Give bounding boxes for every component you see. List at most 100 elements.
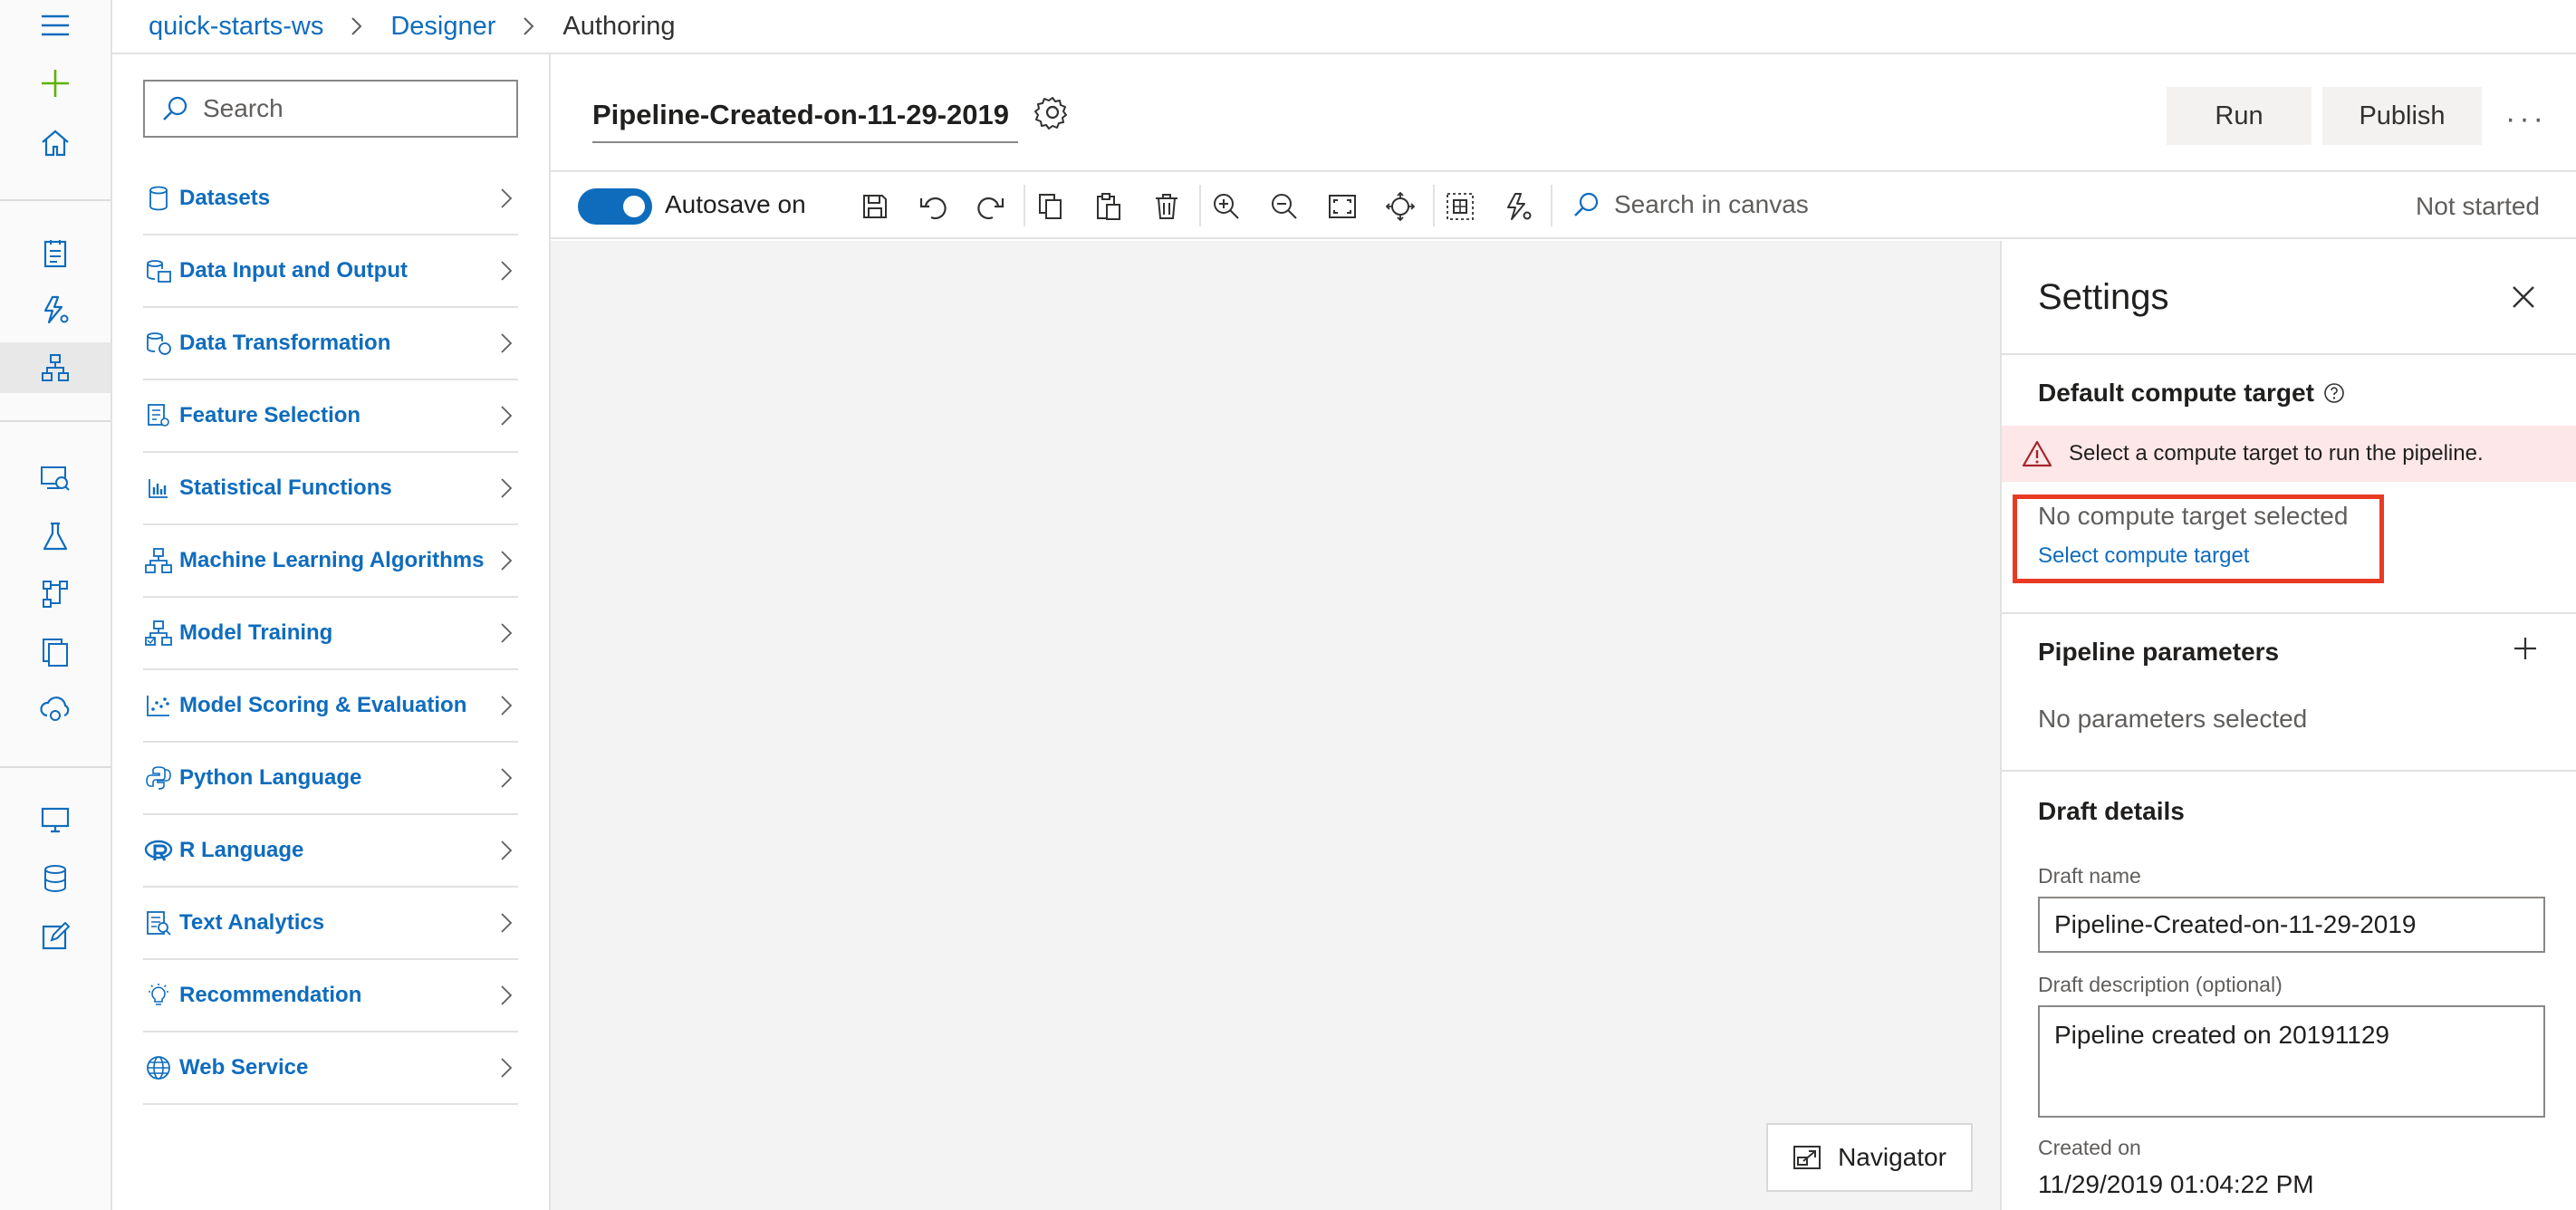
module-category-list: Datasets Data Input and Output Data Tran… bbox=[143, 163, 518, 1105]
category-data-transformation[interactable]: Data Transformation bbox=[143, 308, 518, 380]
category-python-language[interactable]: Python Language bbox=[143, 743, 518, 815]
compute-icon[interactable] bbox=[0, 795, 111, 846]
draft-details-heading: Draft details bbox=[2038, 797, 2185, 825]
pipeline-header: Pipeline-Created-on-11-29-2019 Run Publi… bbox=[551, 54, 2576, 172]
publish-button[interactable]: Publish bbox=[2322, 87, 2482, 145]
section-divider bbox=[2002, 770, 2576, 772]
category-label: Data Input and Output bbox=[179, 258, 408, 283]
datasets-icon[interactable] bbox=[0, 453, 111, 504]
category-machine-learning-algorithms[interactable]: Machine Learning Algorithms bbox=[143, 525, 518, 598]
chevron-right-icon bbox=[500, 260, 513, 282]
home-icon[interactable] bbox=[0, 118, 111, 168]
save-icon[interactable] bbox=[859, 190, 891, 223]
toolbar-divider bbox=[1433, 185, 1435, 226]
pan-icon[interactable] bbox=[1384, 190, 1417, 223]
category-text-analytics[interactable]: Text Analytics bbox=[143, 888, 518, 960]
breadcrumb-current: Authoring bbox=[562, 11, 676, 41]
search-placeholder: Search bbox=[203, 94, 284, 122]
redo-icon[interactable] bbox=[975, 190, 1007, 223]
chevron-right-icon bbox=[500, 984, 513, 1006]
notebook-icon[interactable] bbox=[0, 228, 111, 279]
gear-icon[interactable] bbox=[1034, 94, 1071, 130]
draft-name-input[interactable]: Pipeline-Created-on-11-29-2019 bbox=[2038, 897, 2545, 953]
feature-selection-icon bbox=[143, 400, 174, 431]
datastores-icon[interactable] bbox=[0, 853, 111, 904]
zoom-out-icon[interactable] bbox=[1268, 190, 1301, 223]
category-label: R Language bbox=[179, 838, 304, 862]
automation-icon[interactable] bbox=[1502, 190, 1534, 223]
select-all-icon[interactable] bbox=[1444, 190, 1476, 223]
chevron-right-icon bbox=[523, 16, 535, 36]
canvas-search-placeholder: Search in canvas bbox=[1614, 190, 1809, 218]
toolbar-divider bbox=[1199, 185, 1201, 226]
breadcrumb-workspace[interactable]: quick-starts-ws bbox=[149, 12, 323, 42]
select-compute-target-link[interactable]: Select compute target bbox=[2038, 543, 2249, 569]
chevron-right-icon bbox=[500, 767, 513, 789]
category-statistical-functions[interactable]: Statistical Functions bbox=[143, 453, 518, 525]
category-label: Datasets bbox=[179, 186, 271, 210]
navigator-label: Navigator bbox=[1838, 1143, 1946, 1171]
add-parameter-icon[interactable] bbox=[2513, 636, 2538, 661]
pipeline-name-input[interactable]: Pipeline-Created-on-11-29-2019 bbox=[592, 92, 1018, 143]
r-language-icon bbox=[143, 835, 174, 866]
models-icon[interactable] bbox=[0, 627, 111, 677]
python-icon bbox=[143, 763, 174, 793]
run-button[interactable]: Run bbox=[2167, 87, 2312, 145]
undo-icon[interactable] bbox=[917, 190, 949, 223]
toolbar-divider bbox=[1551, 185, 1552, 226]
chevron-right-icon bbox=[351, 16, 363, 36]
left-nav-rail bbox=[0, 0, 112, 1210]
compute-warning-banner: Select a compute target to run the pipel… bbox=[2002, 426, 2576, 482]
canvas-search-input[interactable]: Search in canvas bbox=[1572, 190, 1809, 219]
category-web-service[interactable]: Web Service bbox=[143, 1032, 518, 1105]
autosave-toggle[interactable] bbox=[578, 188, 652, 225]
created-on-value: 11/29/2019 01:04:22 PM bbox=[2038, 1170, 2314, 1198]
copy-icon[interactable] bbox=[1034, 190, 1067, 223]
no-parameters-text: No parameters selected bbox=[2038, 705, 2308, 733]
chevron-right-icon bbox=[500, 1057, 513, 1079]
chevron-right-icon bbox=[500, 332, 513, 354]
dataset-icon bbox=[143, 183, 174, 214]
ml-algorithm-icon bbox=[143, 545, 174, 576]
breadcrumb-designer[interactable]: Designer bbox=[390, 12, 495, 42]
pipelines-icon[interactable] bbox=[0, 569, 111, 619]
category-model-training[interactable]: Model Training bbox=[143, 598, 518, 670]
category-r-language[interactable]: R Language bbox=[143, 815, 518, 888]
category-datasets[interactable]: Datasets bbox=[143, 163, 518, 235]
pipeline-canvas[interactable]: Navigator bbox=[551, 241, 2000, 1210]
autosave-label: Autosave on bbox=[665, 190, 806, 218]
delete-icon[interactable] bbox=[1150, 190, 1183, 223]
close-icon[interactable] bbox=[2511, 284, 2536, 310]
category-recommendation[interactable]: Recommendation bbox=[143, 960, 518, 1032]
more-options-icon[interactable]: ··· bbox=[2505, 101, 2547, 137]
globe-icon bbox=[143, 1052, 174, 1083]
experiments-icon[interactable] bbox=[0, 511, 111, 562]
search-icon bbox=[163, 96, 187, 120]
category-feature-selection[interactable]: Feature Selection bbox=[143, 380, 518, 453]
hamburger-menu-icon[interactable] bbox=[0, 0, 111, 51]
bar-chart-icon bbox=[143, 473, 174, 504]
category-data-input-output[interactable]: Data Input and Output bbox=[143, 235, 518, 308]
category-model-scoring-evaluation[interactable]: Model Scoring & Evaluation bbox=[143, 670, 518, 743]
warning-icon bbox=[2022, 440, 2052, 467]
section-divider bbox=[2002, 612, 2576, 614]
category-label: Python Language bbox=[179, 765, 362, 790]
canvas-toolbar: Autosave on Search in canvas Not started bbox=[551, 172, 2576, 239]
zoom-in-icon[interactable] bbox=[1210, 190, 1243, 223]
designer-icon[interactable] bbox=[0, 342, 111, 393]
fit-to-screen-icon[interactable] bbox=[1326, 190, 1359, 223]
module-search-input[interactable]: Search bbox=[143, 80, 518, 138]
data-labeling-icon[interactable] bbox=[0, 911, 111, 962]
navigator-icon bbox=[1793, 1146, 1821, 1169]
add-new-icon[interactable] bbox=[0, 58, 111, 109]
navigator-button[interactable]: Navigator bbox=[1766, 1123, 1973, 1192]
endpoints-icon[interactable] bbox=[0, 685, 111, 735]
rail-divider bbox=[0, 766, 111, 768]
chevron-right-icon bbox=[500, 695, 513, 716]
help-icon[interactable] bbox=[2323, 382, 2345, 404]
paste-icon[interactable] bbox=[1092, 190, 1125, 223]
draft-description-textarea[interactable]: Pipeline created on 20191129 bbox=[2038, 1005, 2545, 1118]
automated-ml-icon[interactable] bbox=[0, 284, 111, 335]
lightbulb-icon bbox=[143, 980, 174, 1011]
category-label: Machine Learning Algorithms bbox=[179, 548, 485, 572]
